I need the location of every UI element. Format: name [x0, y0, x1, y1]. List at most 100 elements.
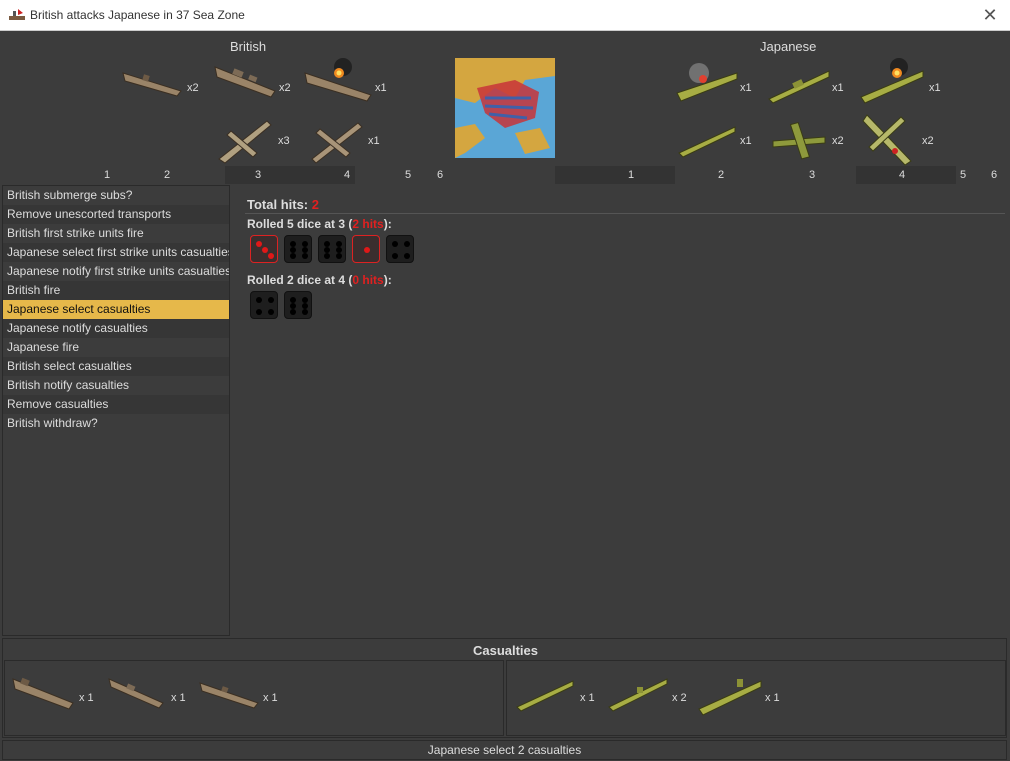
british-carrier-casualty-icon[interactable]: [11, 671, 75, 715]
die: [284, 235, 312, 263]
british-fighter-count: x3: [278, 135, 290, 147]
british-submarine-casualty-icon[interactable]: [198, 675, 260, 711]
japanese-carrier-count: x1: [740, 82, 752, 94]
die-hit: [250, 235, 278, 263]
british-bomber-icon: [306, 115, 364, 165]
step-item[interactable]: Japanese notify first strike units casua…: [3, 262, 229, 281]
japanese-damaged-carrier-icon: [675, 59, 739, 107]
die-pip: [256, 309, 262, 315]
japanese-band-1-2: [555, 166, 675, 184]
casualties-title: Casualties: [472, 643, 539, 658]
die: [284, 291, 312, 319]
step-item-selected[interactable]: Japanese select casualties: [3, 300, 229, 319]
die-pip: [256, 241, 262, 247]
british-submarine-casualty-count: x 1: [263, 692, 278, 704]
british-cruiser-casualty-count: x 1: [171, 692, 186, 704]
total-hits: Total hits: 2: [247, 197, 319, 212]
die-pip: [268, 253, 274, 259]
british-carrier-casualty-count: x 1: [79, 692, 94, 704]
step-item[interactable]: British first strike units fire: [3, 224, 229, 243]
japanese-number-2: 2: [718, 169, 725, 181]
british-submarine-icon: [121, 63, 185, 99]
japanese-carrier-casualty-icon[interactable]: [697, 669, 763, 717]
british-cruiser-count: x2: [279, 82, 291, 94]
japanese-submarine-casualty-count: x 2: [672, 692, 687, 704]
japanese-destroyer-count: x1: [740, 135, 752, 147]
die-pip: [268, 309, 274, 315]
die-pip: [262, 247, 268, 253]
japanese-number-5: 5: [960, 169, 967, 181]
step-item[interactable]: Japanese select first strike units casua…: [3, 243, 229, 262]
sea-zone-map: [455, 58, 555, 158]
die-pip: [392, 241, 398, 247]
roll-2-suffix: ):: [383, 273, 392, 287]
die-pip: [324, 253, 330, 259]
british-number-6: 6: [437, 169, 444, 181]
british-cruiser-icon: [213, 61, 277, 101]
british-damaged-battleship-icon: [303, 57, 373, 105]
japanese-casualties: x 1 x 2 x 1: [506, 660, 1006, 736]
british-band-3-4: [225, 166, 355, 184]
japanese-cruiser-icon: [767, 63, 831, 105]
roll-2-hits: 0 hits: [352, 273, 384, 287]
roll-1-prefix: Rolled 5 dice at 3 (: [247, 217, 353, 231]
step-item[interactable]: Japanese notify casualties: [3, 319, 229, 338]
roll-1-hits: 2 hits: [352, 217, 384, 231]
british-submarine-count: x2: [187, 82, 199, 94]
battle-header: British Japanese x2 x2 x1 x3 x1 x1 x1 x1…: [1, 31, 1009, 184]
total-hits-label: Total hits:: [247, 197, 309, 212]
battle-steps-list[interactable]: British submerge subs? Remove unescorted…: [2, 185, 230, 636]
results-divider: [245, 213, 1005, 214]
british-number-1: 1: [104, 169, 111, 181]
british-number-3: 3: [255, 169, 262, 181]
japanese-submarine-casualty-icon[interactable]: [607, 673, 669, 713]
british-bomber-count: x1: [368, 135, 380, 147]
british-label: British: [230, 39, 267, 54]
british-number-5: 5: [405, 169, 412, 181]
die: [318, 235, 346, 263]
japanese-battleship-count: x1: [929, 82, 941, 94]
japanese-carrier-casualty-count: x 1: [765, 692, 780, 704]
step-item[interactable]: British notify casualties: [3, 376, 229, 395]
british-casualties: x 1 x 1 x 1: [4, 660, 504, 736]
roll-2-prefix: Rolled 2 dice at 4 (: [247, 273, 353, 287]
japanese-tactical-bomber-count: x2: [832, 135, 844, 147]
japanese-number-3: 3: [809, 169, 816, 181]
step-item[interactable]: Remove unescorted transports: [3, 205, 229, 224]
japanese-destroyer-icon: [677, 119, 737, 159]
japanese-label: Japanese: [760, 39, 817, 54]
step-item[interactable]: British fire: [3, 281, 229, 300]
die-pip: [302, 253, 308, 259]
casualties-panel: Casualties x 1 x 1 x 1 x 1 x 2 x 1: [2, 638, 1007, 738]
step-item[interactable]: Remove casualties: [3, 395, 229, 414]
step-item[interactable]: British submerge subs?: [3, 186, 229, 205]
die-pip: [302, 309, 308, 315]
japanese-destroyer-casualty-count: x 1: [580, 692, 595, 704]
window-title: British attacks Japanese in 37 Sea Zone: [30, 8, 245, 22]
die-pip: [256, 297, 262, 303]
total-hits-value: 2: [311, 197, 319, 212]
status-bar: Japanese select 2 casualties: [2, 740, 1007, 760]
japanese-fighter-icon: [859, 111, 919, 167]
japanese-fighter-count: x2: [922, 135, 934, 147]
die: [250, 291, 278, 319]
step-item[interactable]: British select casualties: [3, 357, 229, 376]
step-item[interactable]: British withdraw?: [3, 414, 229, 433]
british-cruiser-casualty-icon[interactable]: [107, 673, 165, 713]
roll-summary-1: Rolled 5 dice at 3 (2 hits):: [247, 217, 392, 231]
japanese-tactical-bomber-icon: [769, 117, 829, 163]
die-pip: [268, 297, 274, 303]
app-icon: [9, 9, 25, 20]
japanese-number-4: 4: [899, 169, 906, 181]
roll-summary-2: Rolled 2 dice at 4 (0 hits):: [247, 273, 392, 287]
british-number-4: 4: [344, 169, 351, 181]
japanese-destroyer-casualty-icon[interactable]: [515, 675, 575, 713]
japanese-number-6: 6: [991, 169, 998, 181]
roll-1-suffix: ):: [383, 217, 392, 231]
die-pip: [392, 253, 398, 259]
british-fighter-icon: [213, 113, 273, 165]
step-item[interactable]: Japanese fire: [3, 338, 229, 357]
close-icon[interactable]: ✕: [980, 5, 1000, 25]
japanese-damaged-battleship-icon: [859, 57, 925, 107]
die-pip: [290, 253, 296, 259]
